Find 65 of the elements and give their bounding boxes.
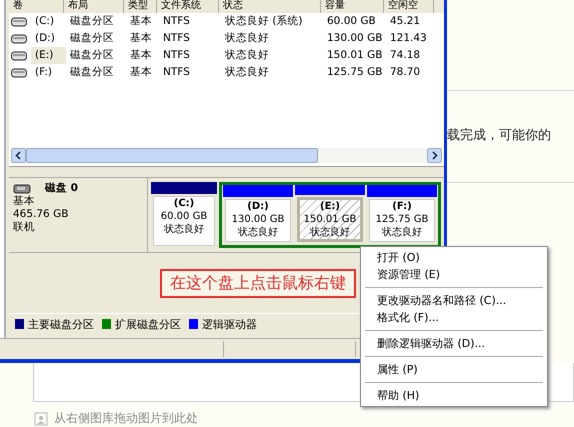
table-cell-text: 74.18 (389, 48, 422, 63)
column-header[interactable]: 布局 (64, 0, 124, 13)
table-cell-text: 78.70 (389, 65, 422, 80)
table-cell-text: (F:) (34, 65, 53, 80)
table-cell-text: 基本 (129, 65, 153, 80)
table-cell-text: 磁盘分区 (69, 31, 115, 46)
drop-hint: 从右侧图库拖动图片到此处 (54, 410, 198, 427)
partition-label: (E:) (320, 200, 340, 213)
table-cell-text: 基本 (129, 31, 153, 46)
page-text: 载完成，可能你的 (447, 127, 552, 144)
image-icon (34, 412, 48, 426)
partition-size: 125.75 GB (376, 213, 428, 226)
table-cell-text: (D:) (34, 31, 56, 46)
table-cell-text: 150.01 GB (326, 48, 384, 63)
legend-label: 扩展磁盘分区 (115, 316, 181, 332)
disk-size: 465.76 GB (13, 208, 70, 221)
table-cell-text: 状态良好 (系统) (224, 14, 304, 29)
disk-name: 磁盘 0 (45, 182, 78, 195)
partition-size: 150.01 GB (304, 213, 356, 226)
partition-label: (F:) (392, 200, 412, 213)
partition-label: (D:) (247, 200, 269, 213)
table-cell-text: 磁盘分区 (69, 65, 115, 80)
menu-item[interactable]: 格式化 (F)... (361, 309, 547, 326)
legend-label: 主要磁盘分区 (28, 316, 94, 332)
table-cell-text: NTFS (162, 31, 191, 46)
menu-item[interactable]: 打开 (O) (361, 249, 547, 266)
menu-item[interactable]: 属性 (P) (361, 361, 547, 378)
horizontal-scrollbar[interactable] (11, 148, 442, 163)
partition-label: (C:) (174, 197, 194, 210)
scroll-left-button[interactable] (11, 148, 26, 163)
disk-type: 基本 (13, 195, 36, 208)
table-cell-text: (C:) (34, 14, 56, 29)
table-cell-text: 60.00 GB (326, 14, 377, 29)
table-cell-text: 45.21 (389, 14, 422, 29)
menu-item[interactable]: 帮助 (H) (361, 387, 547, 404)
table-cell-text: 磁盘分区 (69, 48, 115, 63)
partition-size: 60.00 GB (160, 210, 208, 223)
table-cell-text: 状态良好 (224, 31, 270, 46)
menu-item[interactable]: 资源管理 (E) (361, 266, 547, 283)
table-cell-text: 状态良好 (224, 65, 270, 80)
column-header[interactable]: 状态 (219, 0, 321, 13)
table-cell-text: NTFS (162, 65, 191, 80)
disk-status: 联机 (13, 221, 36, 234)
menu-item[interactable]: 更改驱动器名和路径 (C)... (361, 292, 547, 309)
table-cell-text: 状态良好 (224, 48, 270, 63)
table-cell-text: 130.00 GB (326, 31, 384, 46)
legend-label: 逻辑驱动器 (202, 316, 257, 332)
menu-item[interactable]: 删除逻辑驱动器 (D)... (361, 335, 547, 352)
table-cell-text: 基本 (129, 48, 153, 63)
partition-status: 状态良好 (164, 223, 204, 236)
table-cell-text: 125.75 GB (326, 65, 384, 80)
table-cell-text: NTFS (162, 14, 191, 29)
table-cell: (E:) (31, 47, 66, 64)
table-cell-text: NTFS (162, 48, 191, 63)
partition-status: 状态良好 (310, 226, 350, 239)
table-cell-text: 基本 (129, 14, 153, 29)
column-header[interactable]: 卷 (9, 0, 64, 13)
table-cell-text: 磁盘分区 (69, 14, 115, 29)
annotation-callout: 在这个盘上点击鼠标右键 (160, 268, 356, 298)
table-cell-text: 121.43 (389, 31, 428, 46)
scroll-right-button[interactable] (427, 148, 442, 163)
partition-size: 130.00 GB (232, 213, 284, 226)
column-header[interactable]: 类型 (124, 0, 157, 13)
partition-status: 状态良好 (238, 226, 278, 239)
partition-status: 状态良好 (382, 226, 422, 239)
